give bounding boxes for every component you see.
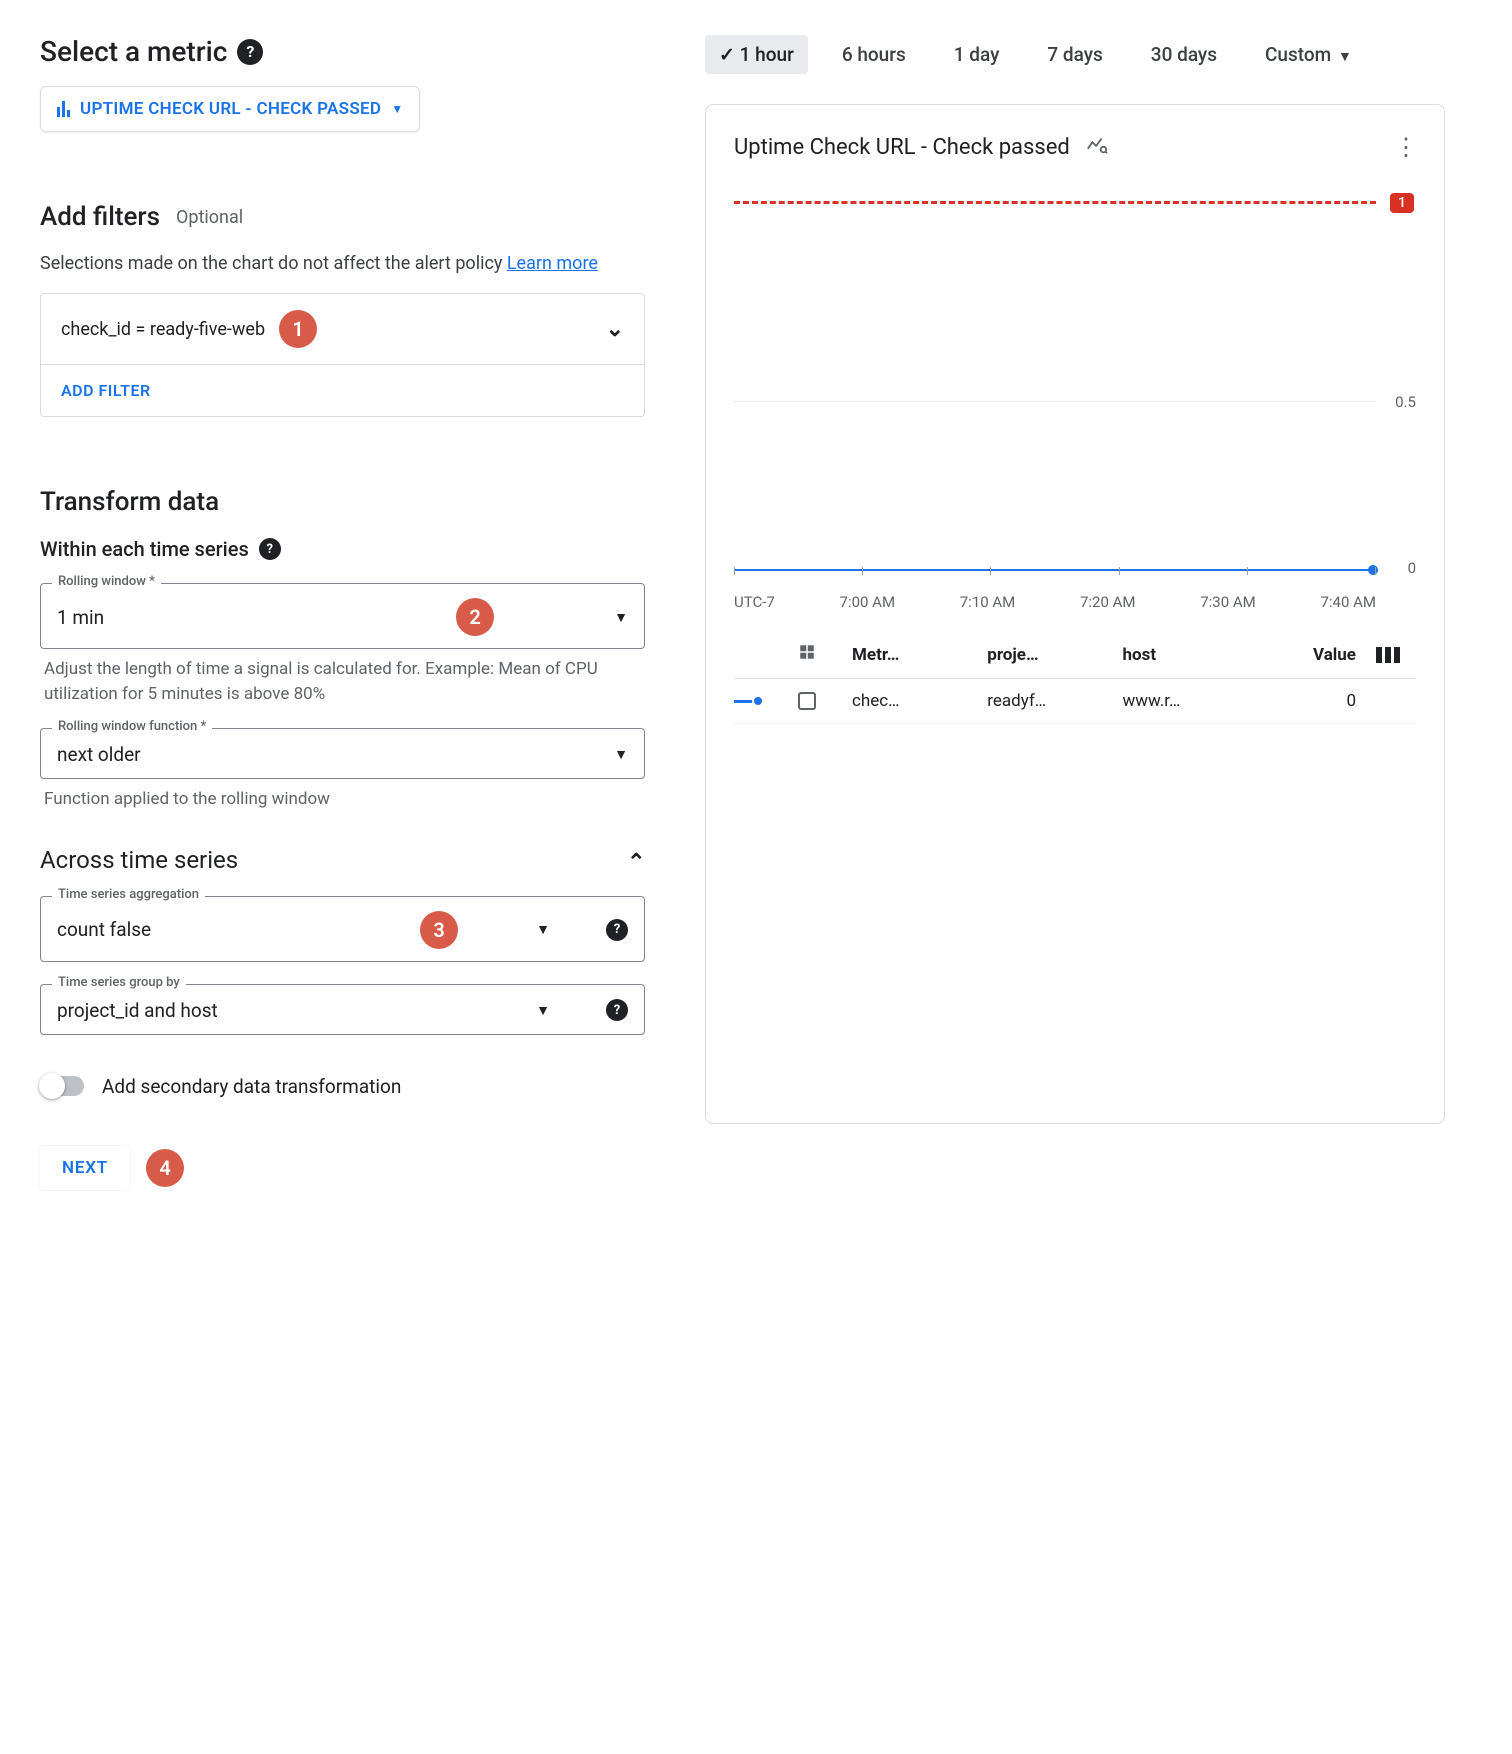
groupby-value: project_id and host <box>57 999 218 1022</box>
optional-label: Optional <box>176 207 243 228</box>
step-badge-2: 2 <box>456 598 494 636</box>
rolling-window-label: Rolling window * <box>52 574 161 589</box>
rolling-fn-value: next older <box>57 743 141 766</box>
select-metric-heading: Select a metric ? <box>40 35 645 68</box>
series-checkbox[interactable] <box>798 692 816 710</box>
tab-7days[interactable]: 7 days <box>1033 35 1116 74</box>
series-swatch <box>734 697 784 705</box>
help-icon[interactable]: ? <box>237 39 263 65</box>
within-heading: Within each time series ? <box>40 537 645 561</box>
rolling-fn-label: Rolling window function * <box>52 719 212 734</box>
aggregation-label: Time series aggregation <box>52 887 205 902</box>
x-tick: 7:10 AM <box>960 593 1016 611</box>
col-project[interactable]: proje… <box>987 645 1108 665</box>
groupby-field: Time series group by project_id and host… <box>40 984 645 1035</box>
add-filters-title: Add filters <box>40 202 160 232</box>
legend-row[interactable]: chec… readyf… www.r… 0 <box>734 679 1416 724</box>
add-filter-button[interactable]: ADD FILTER <box>41 365 644 416</box>
help-icon[interactable]: ? <box>606 999 628 1021</box>
more-options-icon[interactable]: ⋮ <box>1394 133 1416 161</box>
across-header[interactable]: Across time series ⌄ <box>40 846 645 874</box>
tz-label: UTC-7 <box>734 593 775 611</box>
add-filters-heading: Add filters Optional <box>40 202 645 232</box>
filter-text: check_id = ready-five-web <box>61 319 265 340</box>
x-tick: 7:20 AM <box>1080 593 1136 611</box>
secondary-transform-row: Add secondary data transformation <box>40 1075 645 1098</box>
caret-down-icon: ▼ <box>391 102 403 116</box>
chevron-up-icon: ⌄ <box>627 847 645 872</box>
time-range-tabs: 1 hour 6 hours 1 day 7 days 30 days Cust… <box>705 35 1445 74</box>
secondary-transform-label: Add secondary data transformation <box>102 1075 401 1098</box>
tab-1hour[interactable]: 1 hour <box>705 35 808 74</box>
cell-project: readyf… <box>987 691 1108 711</box>
legend-header-row: Metr… proje… host Value <box>734 631 1416 679</box>
col-value[interactable]: Value <box>1282 645 1362 665</box>
y-axis-tick: 0.5 <box>1395 393 1416 411</box>
cell-metric: chec… <box>852 691 973 711</box>
tab-custom-label: Custom <box>1265 43 1331 66</box>
secondary-transform-toggle[interactable] <box>40 1076 84 1096</box>
next-button[interactable]: NEXT <box>40 1146 130 1190</box>
tab-custom[interactable]: Custom ▼ <box>1251 35 1366 74</box>
caret-down-icon: ▼ <box>1338 49 1352 65</box>
metric-chip-label: UPTIME CHECK URL - CHECK PASSED <box>80 99 381 119</box>
groupby-select[interactable]: project_id and host ▼ ? <box>40 984 645 1035</box>
tab-6hours[interactable]: 6 hours <box>828 35 920 74</box>
chevron-down-icon[interactable]: ⌄ <box>606 317 624 342</box>
aggregation-select[interactable]: count false 3 ▼ ? <box>40 896 645 962</box>
rolling-fn-select[interactable]: next older ▼ <box>40 728 645 779</box>
rolling-window-value: 1 min <box>57 606 104 629</box>
step-badge-3: 3 <box>420 911 458 949</box>
rolling-window-helper: Adjust the length of time a signal is ca… <box>44 657 641 706</box>
x-axis-ticks <box>734 567 1376 575</box>
threshold-badge: 1 <box>1390 193 1414 213</box>
learn-more-link[interactable]: Learn more <box>507 253 598 274</box>
step-badge-1: 1 <box>279 310 317 348</box>
chart-card: Uptime Check URL - Check passed ⋮ 1 0.5 … <box>705 104 1445 1124</box>
y-axis-tick: 0 <box>1408 559 1416 577</box>
help-icon[interactable]: ? <box>259 538 281 560</box>
chart-area: 1 0.5 0 UTC-7 7:00 AM 7:10 AM 7:20 AM 7:… <box>734 191 1416 611</box>
legend-table: Metr… proje… host Value chec… readyf… ww… <box>734 631 1416 724</box>
transform-heading: Transform data <box>40 487 645 517</box>
column-selector-icon[interactable] <box>1376 647 1416 663</box>
rolling-window-field: Rolling window * 1 min 2 ▼ <box>40 583 645 649</box>
filter-row[interactable]: check_id = ready-five-web 1 ⌄ <box>41 294 644 365</box>
bar-chart-icon <box>57 101 70 117</box>
cell-value: 0 <box>1282 691 1362 711</box>
x-tick: 7:40 AM <box>1320 593 1376 611</box>
dashboard-icon[interactable] <box>798 643 838 666</box>
x-tick: 7:00 AM <box>840 593 896 611</box>
metric-chip[interactable]: UPTIME CHECK URL - CHECK PASSED ▼ <box>40 86 420 132</box>
filters-hint-text: Selections made on the chart do not affe… <box>40 253 507 274</box>
rolling-fn-field: Rolling window function * next older ▼ <box>40 728 645 779</box>
across-title: Across time series <box>40 846 238 874</box>
step-badge-4: 4 <box>146 1149 184 1187</box>
threshold-line <box>734 201 1376 204</box>
groupby-label: Time series group by <box>52 975 186 990</box>
x-tick: 7:30 AM <box>1200 593 1256 611</box>
filters-hint: Selections made on the chart do not affe… <box>40 250 645 277</box>
filter-card: check_id = ready-five-web 1 ⌄ ADD FILTER <box>40 293 645 417</box>
col-host[interactable]: host <box>1123 645 1269 665</box>
aggregation-field: Time series aggregation count false 3 ▼ … <box>40 896 645 962</box>
tab-30days[interactable]: 30 days <box>1137 35 1231 74</box>
caret-down-icon: ▼ <box>536 1002 550 1019</box>
rolling-fn-helper: Function applied to the rolling window <box>44 787 641 812</box>
gridline <box>734 401 1376 402</box>
col-metric[interactable]: Metr… <box>852 645 973 665</box>
tab-1day[interactable]: 1 day <box>940 35 1014 74</box>
select-metric-title: Select a metric <box>40 35 227 68</box>
caret-down-icon: ▼ <box>614 746 628 763</box>
aggregation-value: count false <box>57 918 151 941</box>
within-title: Within each time series <box>40 537 249 561</box>
caret-down-icon: ▼ <box>614 609 628 626</box>
caret-down-icon: ▼ <box>536 921 550 938</box>
rolling-window-select[interactable]: 1 min 2 ▼ <box>40 583 645 649</box>
cell-host: www.r… <box>1123 691 1269 711</box>
help-icon[interactable]: ? <box>606 919 628 941</box>
chart-title: Uptime Check URL - Check passed <box>734 135 1070 160</box>
x-axis-labels: UTC-7 7:00 AM 7:10 AM 7:20 AM 7:30 AM 7:… <box>734 593 1376 611</box>
explore-icon[interactable] <box>1086 134 1108 161</box>
